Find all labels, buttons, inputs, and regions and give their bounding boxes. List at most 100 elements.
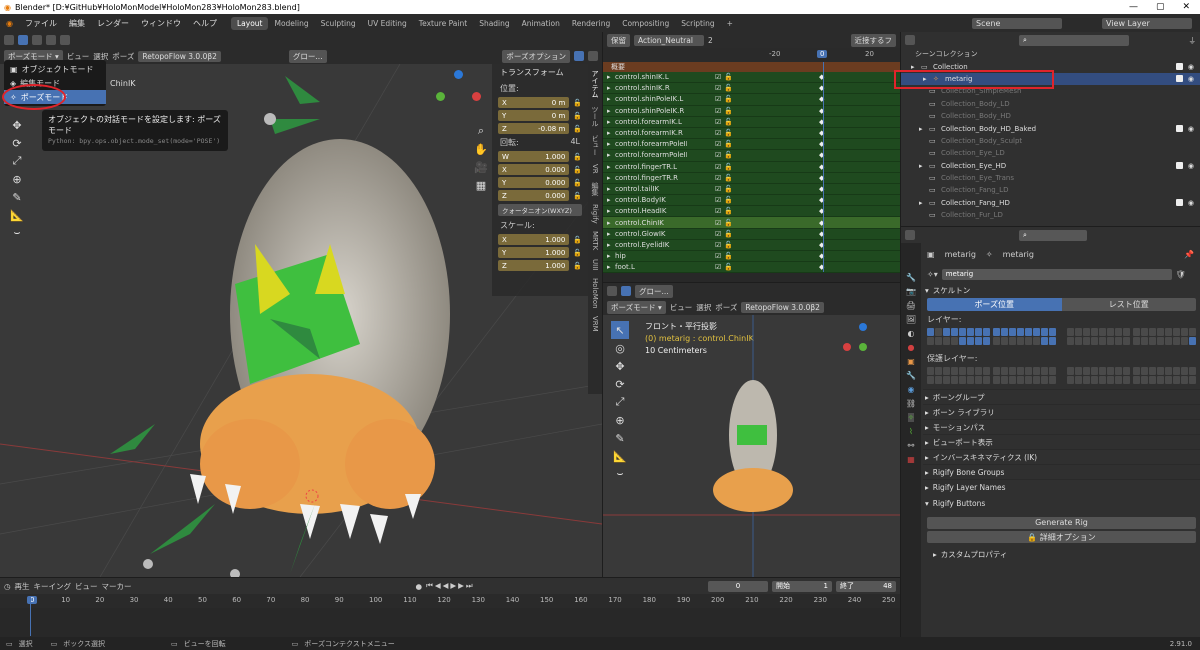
datablock-field[interactable]: metarig	[941, 268, 1172, 280]
menu-window[interactable]: ウィンドウ	[135, 18, 187, 29]
channel-row[interactable]: ▸ control.fingerTR.L ☑ 🔓 ◆	[603, 161, 900, 173]
layer-toggle[interactable]	[1165, 328, 1172, 336]
lock-icon[interactable]: 🔓	[724, 118, 733, 126]
lock-icon[interactable]: 🔓	[724, 151, 733, 159]
lock-icon[interactable]: 🔓	[724, 107, 733, 115]
layer-toggle[interactable]	[935, 328, 942, 336]
layer-toggle[interactable]	[1189, 337, 1196, 345]
keying-menu[interactable]: キーイング	[34, 581, 72, 592]
layer-toggle[interactable]	[1189, 376, 1196, 384]
layer-toggle[interactable]	[1189, 367, 1196, 375]
minimize-icon[interactable]: —	[1129, 2, 1138, 12]
rest-position-button[interactable]: レスト位置	[1061, 298, 1196, 311]
outliner-item[interactable]: ▭ Collection_Eye_Trans	[901, 172, 1200, 184]
checkbox-icon[interactable]: ☑	[715, 163, 721, 171]
output-tab-icon[interactable]: 🖨	[906, 301, 916, 310]
layer-toggle[interactable]	[1001, 328, 1008, 336]
sidebar-tab[interactable]: MRTK	[591, 231, 599, 250]
record-icon[interactable]: ●	[416, 582, 423, 591]
menu-view[interactable]: ビュー	[670, 302, 693, 313]
lock-icon[interactable]: 🔓	[724, 230, 733, 238]
outliner-item[interactable]: ▭ Collection_Body_HD	[901, 110, 1200, 122]
eye-icon[interactable]: ◉	[1188, 199, 1194, 207]
location-field[interactable]: Z -0.08 m	[498, 123, 570, 134]
lock-icon[interactable]: 🔓	[573, 99, 582, 107]
expand-icon[interactable]: ▸	[607, 263, 615, 271]
layer-toggle[interactable]	[1133, 376, 1140, 384]
expand-icon[interactable]: ▸	[607, 151, 615, 159]
layer-toggle[interactable]	[943, 328, 950, 336]
filter-icon[interactable]: ⏚	[1189, 35, 1197, 46]
rotation-field[interactable]: Z 0.000	[498, 190, 570, 201]
outliner-item[interactable]: ▸ ▭ Collection_Body_HD_Baked ◉	[901, 122, 1200, 134]
tab-modeling[interactable]: Modeling	[268, 17, 314, 30]
layer-toggle[interactable]	[1075, 337, 1082, 345]
rotation-mode-dropdown[interactable]: クォータニオン(WXYZ)	[498, 204, 582, 216]
layer-toggle[interactable]	[1001, 367, 1008, 375]
playback-controls[interactable]: ⏮◀◀▶▶⏭	[426, 581, 475, 591]
axis-y-dot[interactable]	[859, 343, 867, 351]
layer-toggle[interactable]	[1141, 337, 1148, 345]
layer-toggle[interactable]	[1083, 337, 1090, 345]
tab-animation[interactable]: Animation	[516, 17, 566, 30]
channel-row[interactable]: ▸ control.forearmIK.R ☑ 🔓 ◆	[603, 127, 900, 140]
checkbox-icon[interactable]: ☑	[715, 129, 721, 137]
nearest-frame-filter[interactable]: 近接するフ	[850, 33, 896, 47]
channel-row[interactable]: ▸ control.shinIK.L ☑ 🔓 ◆	[603, 72, 900, 84]
checkbox-icon[interactable]	[1175, 74, 1183, 82]
layer-toggle[interactable]	[927, 328, 934, 336]
layer-toggle[interactable]	[1083, 367, 1090, 375]
front-gizmo[interactable]	[843, 323, 883, 363]
layer-toggle[interactable]	[983, 337, 990, 345]
layer-toggle[interactable]	[935, 376, 942, 384]
channel-row[interactable]: ▸ control.forearmIK.L ☑ 🔓 ◆	[603, 116, 900, 128]
lock-icon[interactable]: 🔓	[724, 263, 733, 271]
layer-toggle[interactable]	[1123, 367, 1130, 375]
protected-layers-grid[interactable]	[923, 367, 1200, 387]
world-tab-icon[interactable]: ●	[908, 343, 915, 352]
transform-panel-header[interactable]: トランスフォーム	[492, 64, 588, 81]
checkbox-icon[interactable]: ☑	[715, 219, 721, 227]
eye-icon[interactable]: ◉	[1188, 125, 1194, 133]
select-box-icon[interactable]	[621, 286, 631, 296]
layer-toggle[interactable]	[1009, 367, 1016, 375]
rotation-field[interactable]: Y 0.000	[498, 177, 570, 188]
eye-icon[interactable]: ◉	[1188, 63, 1194, 71]
channel-row[interactable]: ▸ control.shinPoleIK.L ☑ 🔓 ◆	[603, 94, 900, 106]
layer-toggle[interactable]	[1181, 337, 1188, 345]
transform-orientation[interactable]: グロー...	[635, 284, 673, 298]
texture-tab-icon[interactable]: ▦	[907, 455, 915, 464]
layer-toggle[interactable]	[1075, 328, 1082, 336]
checkbox-icon[interactable]: ☑	[715, 151, 721, 159]
bone-layers-grid[interactable]	[923, 328, 1200, 348]
layer-toggle[interactable]	[1049, 376, 1056, 384]
layer-toggle[interactable]	[1049, 367, 1056, 375]
view-menu[interactable]: ビュー	[75, 581, 98, 592]
channel-row[interactable]: ▸ control.BodyIK ☑ 🔓 ◆	[603, 195, 900, 207]
pin-icon[interactable]: 📌	[1184, 250, 1200, 259]
generate-rig-button[interactable]: Generate Rig	[927, 517, 1196, 529]
layer-toggle[interactable]	[1041, 367, 1048, 375]
layer-toggle[interactable]	[1107, 367, 1114, 375]
layer-toggle[interactable]	[993, 367, 1000, 375]
lock-icon[interactable]: 🔓	[724, 163, 733, 171]
layer-toggle[interactable]	[1025, 376, 1032, 384]
channel-row[interactable]: ▸ foot.L ☑ 🔓 ◆	[603, 262, 900, 274]
layer-toggle[interactable]	[1123, 376, 1130, 384]
select-box-icon[interactable]	[18, 35, 28, 45]
tab-rendering[interactable]: Rendering	[566, 17, 616, 30]
layer-toggle[interactable]	[1091, 367, 1098, 375]
checkbox-icon[interactable]: ☑	[715, 107, 721, 115]
layer-toggle[interactable]	[1041, 328, 1048, 336]
axis-x-dot[interactable]	[472, 92, 481, 101]
editor-type-icon[interactable]	[607, 286, 617, 296]
layer-toggle[interactable]	[993, 376, 1000, 384]
panel-header[interactable]: ▸ Rigify Layer Names	[923, 479, 1200, 494]
checkbox-icon[interactable]: ☑	[715, 241, 721, 249]
camera-icon[interactable]: 🎥	[472, 158, 490, 176]
layer-toggle[interactable]	[1009, 328, 1016, 336]
layer-toggle[interactable]	[975, 337, 982, 345]
expand-icon[interactable]: ▸	[607, 84, 615, 92]
channel-row[interactable]: ▸control.forearmPoleIK.R☑🔓◆	[603, 150, 900, 162]
layer-toggle[interactable]	[1149, 376, 1156, 384]
